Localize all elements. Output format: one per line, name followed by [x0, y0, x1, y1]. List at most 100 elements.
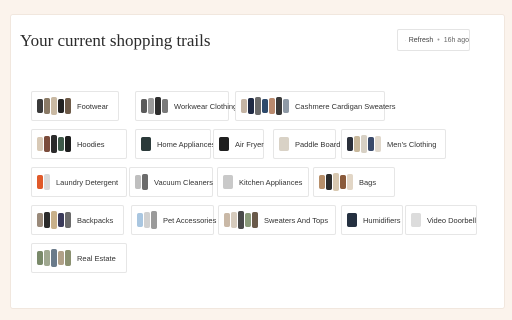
- trail-label: Home Appliances: [157, 139, 216, 149]
- trail-chip[interactable]: Sweaters And Tops: [218, 205, 336, 235]
- refresh-button[interactable]: Refresh • 16h ago: [397, 29, 470, 51]
- product-thumbnail-icon: [238, 211, 244, 229]
- product-thumbnail-icon: [223, 175, 233, 189]
- product-thumbnail-icon: [276, 97, 282, 115]
- product-thumbnail-icon: [347, 137, 353, 151]
- trail-label: Pet Accessories: [163, 215, 217, 225]
- trail-label: Air Fryer: [235, 139, 264, 149]
- product-thumbnail-icon: [279, 137, 289, 151]
- trail-chip[interactable]: Air Fryer: [213, 129, 264, 159]
- trail-thumbnails: [223, 171, 233, 193]
- product-thumbnail-icon: [37, 99, 43, 113]
- product-thumbnail-icon: [231, 212, 237, 228]
- trail-label: Paddle Board: [295, 139, 341, 149]
- trail-thumbnails: [241, 95, 289, 117]
- product-thumbnail-icon: [354, 136, 360, 152]
- product-thumbnail-icon: [58, 99, 64, 113]
- trail-chip[interactable]: Cashmere Cardigan Sweaters: [235, 91, 395, 121]
- product-thumbnail-icon: [44, 174, 50, 190]
- updated-ago: 16h ago: [443, 36, 469, 44]
- trail-chip[interactable]: Laundry Detergent: [31, 167, 127, 197]
- product-thumbnail-icon: [65, 212, 71, 228]
- trail-chip[interactable]: Humidifiers: [341, 205, 403, 235]
- product-thumbnail-icon: [219, 137, 229, 151]
- product-thumbnail-icon: [326, 174, 332, 190]
- product-thumbnail-icon: [37, 251, 43, 265]
- trail-thumbnails: [224, 209, 258, 231]
- product-thumbnail-icon: [148, 98, 154, 114]
- trail-thumbnails: [135, 171, 148, 193]
- product-thumbnail-icon: [44, 98, 50, 114]
- product-thumbnail-icon: [51, 135, 57, 153]
- trail-chip[interactable]: Pet Accessories: [131, 205, 217, 235]
- product-thumbnail-icon: [37, 213, 43, 227]
- product-thumbnail-icon: [245, 213, 251, 227]
- trail-thumbnails: [141, 95, 168, 117]
- product-thumbnail-icon: [361, 135, 367, 153]
- trail-thumbnails: [279, 133, 289, 155]
- trail-label: Hoodies: [77, 139, 105, 149]
- product-thumbnail-icon: [51, 249, 57, 267]
- trail-thumbnails: [37, 247, 71, 269]
- product-thumbnail-icon: [248, 98, 254, 114]
- trail-label: Real Estate: [77, 253, 116, 263]
- product-thumbnail-icon: [65, 250, 71, 266]
- product-thumbnail-icon: [65, 136, 71, 152]
- trail-chip[interactable]: Bags: [313, 167, 395, 197]
- product-thumbnail-icon: [44, 250, 50, 266]
- product-thumbnail-icon: [252, 212, 258, 228]
- refresh-label: Refresh: [408, 36, 434, 44]
- product-thumbnail-icon: [411, 213, 421, 227]
- trail-chip[interactable]: Hoodies: [31, 129, 127, 159]
- product-thumbnail-icon: [151, 211, 157, 229]
- trail-label: Video Doorbell: [427, 215, 477, 225]
- product-thumbnail-icon: [347, 213, 357, 227]
- product-thumbnail-icon: [347, 174, 353, 190]
- trail-chip[interactable]: Vacuum Cleaners: [129, 167, 213, 197]
- product-thumbnail-icon: [283, 99, 289, 113]
- trail-chip[interactable]: Video Doorbell: [405, 205, 477, 235]
- trail-chip[interactable]: Footwear: [31, 91, 119, 121]
- product-thumbnail-icon: [51, 97, 57, 115]
- product-thumbnail-icon: [269, 98, 275, 114]
- product-thumbnail-icon: [255, 97, 261, 115]
- trail-label: Sweaters And Tops: [264, 215, 329, 225]
- trail-label: Vacuum Cleaners: [154, 177, 214, 187]
- product-thumbnail-icon: [135, 175, 141, 189]
- trail-chip[interactable]: Paddle Board: [273, 129, 340, 159]
- product-thumbnail-icon: [137, 213, 143, 227]
- trail-chip[interactable]: Workwear Clothing: [135, 91, 237, 121]
- refresh-icon: [405, 39, 406, 41]
- trail-label: Cashmere Cardigan Sweaters: [295, 101, 396, 111]
- trail-thumbnails: [411, 209, 421, 231]
- trail-chip[interactable]: Kitchen Appliances: [217, 167, 309, 197]
- product-thumbnail-icon: [65, 98, 71, 114]
- product-thumbnail-icon: [340, 175, 346, 189]
- product-thumbnail-icon: [319, 175, 325, 189]
- product-thumbnail-icon: [333, 173, 339, 191]
- trail-label: Men's Clothing: [387, 139, 437, 149]
- trail-label: Humidifiers: [363, 215, 401, 225]
- trail-label: Laundry Detergent: [56, 177, 119, 187]
- trail-label: Backpacks: [77, 215, 114, 225]
- product-thumbnail-icon: [144, 212, 150, 228]
- page-title: Your current shopping trails: [20, 31, 211, 50]
- trail-label: Bags: [359, 177, 377, 187]
- product-thumbnail-icon: [37, 137, 43, 151]
- trail-thumbnails: [347, 209, 357, 231]
- trail-thumbnails: [37, 133, 71, 155]
- product-thumbnail-icon: [141, 137, 151, 151]
- trail-thumbnails: [219, 133, 229, 155]
- trail-label: Footwear: [77, 101, 109, 111]
- trail-thumbnails: [319, 171, 353, 193]
- trail-chip[interactable]: Real Estate: [31, 243, 127, 273]
- trail-thumbnails: [37, 209, 71, 231]
- trail-chip[interactable]: Men's Clothing: [341, 129, 446, 159]
- trail-thumbnails: [37, 171, 50, 193]
- product-thumbnail-icon: [37, 175, 43, 189]
- product-thumbnail-icon: [141, 99, 147, 113]
- trail-chip[interactable]: Backpacks: [31, 205, 124, 235]
- trail-chip[interactable]: Home Appliances: [135, 129, 215, 159]
- product-thumbnail-icon: [368, 137, 374, 151]
- trail-thumbnails: [37, 95, 71, 117]
